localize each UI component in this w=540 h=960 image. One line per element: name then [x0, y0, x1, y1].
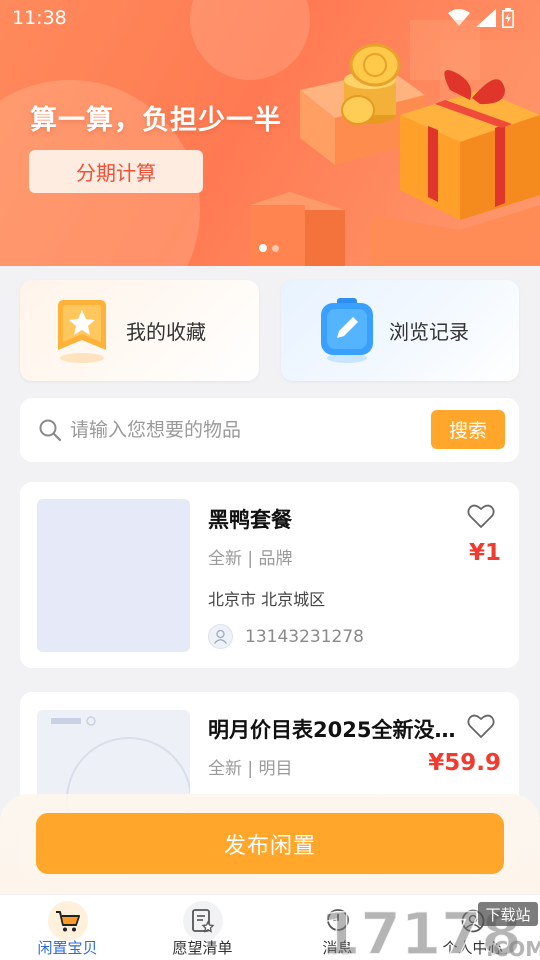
product-price: ¥1	[468, 540, 501, 566]
browse-history-label: 浏览记录	[389, 320, 469, 344]
product-title: 黑鸭套餐	[208, 508, 292, 532]
search-bar: 搜索	[20, 398, 519, 462]
publish-area: 发布闲置	[0, 794, 540, 894]
browse-history-card[interactable]: 浏览记录	[281, 280, 519, 381]
status-time: 11:38	[12, 7, 67, 29]
product-tags: 全新 | 品牌	[208, 549, 293, 569]
nav-icon-bg	[182, 901, 223, 941]
search-icon	[39, 419, 62, 442]
product-image	[37, 499, 190, 652]
cart-icon	[55, 911, 80, 932]
nav-icon-bg	[453, 901, 493, 941]
edit-clipboard-icon	[321, 297, 373, 363]
seller-info: 13143231278	[208, 624, 364, 649]
nav-label: 愿望清单	[172, 939, 233, 957]
user-avatar-icon	[214, 629, 227, 644]
promo-banner[interactable]: 11:38 算一算，负担少一半 分期计算	[0, 0, 540, 266]
installment-calc-button[interactable]: 分期计算	[29, 150, 203, 193]
product-price: ¥59.9	[428, 750, 501, 776]
gift-coins-illustration	[250, 20, 540, 266]
favorite-heart-icon[interactable]	[467, 502, 495, 530]
message-icon	[326, 909, 349, 931]
search-button[interactable]: 搜索	[431, 410, 505, 449]
nav-item-messages[interactable]: 消息	[270, 895, 405, 960]
nav-label: 闲置宝贝	[37, 939, 98, 957]
publish-idle-button[interactable]: 发布闲置	[36, 813, 504, 874]
nav-item-profile[interactable]: 个人中心	[405, 895, 540, 960]
carousel-indicator	[259, 244, 279, 252]
product-location: 北京市 北京城区	[208, 590, 326, 609]
product-card[interactable]: 黑鸭套餐 全新 | 品牌 ¥1 北京市 北京城区 13143231278	[20, 482, 519, 668]
carousel-dot-active	[259, 244, 267, 252]
banner-title: 算一算，负担少一半	[30, 105, 282, 136]
product-tags: 全新 | 明目	[208, 759, 293, 779]
nav-label: 消息	[322, 939, 353, 957]
product-title: 明月价目表2025全新没有使用	[208, 718, 458, 742]
nav-label: 个人中心	[442, 939, 503, 957]
carousel-dot	[272, 244, 279, 252]
nav-item-wishlist[interactable]: 愿望清单	[135, 895, 270, 960]
star-bookmark-icon	[58, 299, 106, 363]
seller-phone: 13143231278	[245, 626, 364, 647]
avatar	[208, 624, 233, 649]
nav-icon-bg	[47, 901, 88, 941]
bottom-nav: 闲置宝贝 愿望清单 消息 个人中心	[0, 894, 540, 960]
wishlist-icon	[191, 909, 214, 933]
my-favorites-label: 我的收藏	[126, 320, 206, 344]
favorite-heart-icon[interactable]	[467, 712, 495, 740]
nav-icon-bg	[318, 901, 358, 941]
my-favorites-card[interactable]: 我的收藏	[20, 280, 259, 381]
user-icon	[461, 909, 484, 933]
search-input[interactable]	[70, 419, 410, 441]
nav-item-idle-items[interactable]: 闲置宝贝	[0, 895, 135, 960]
